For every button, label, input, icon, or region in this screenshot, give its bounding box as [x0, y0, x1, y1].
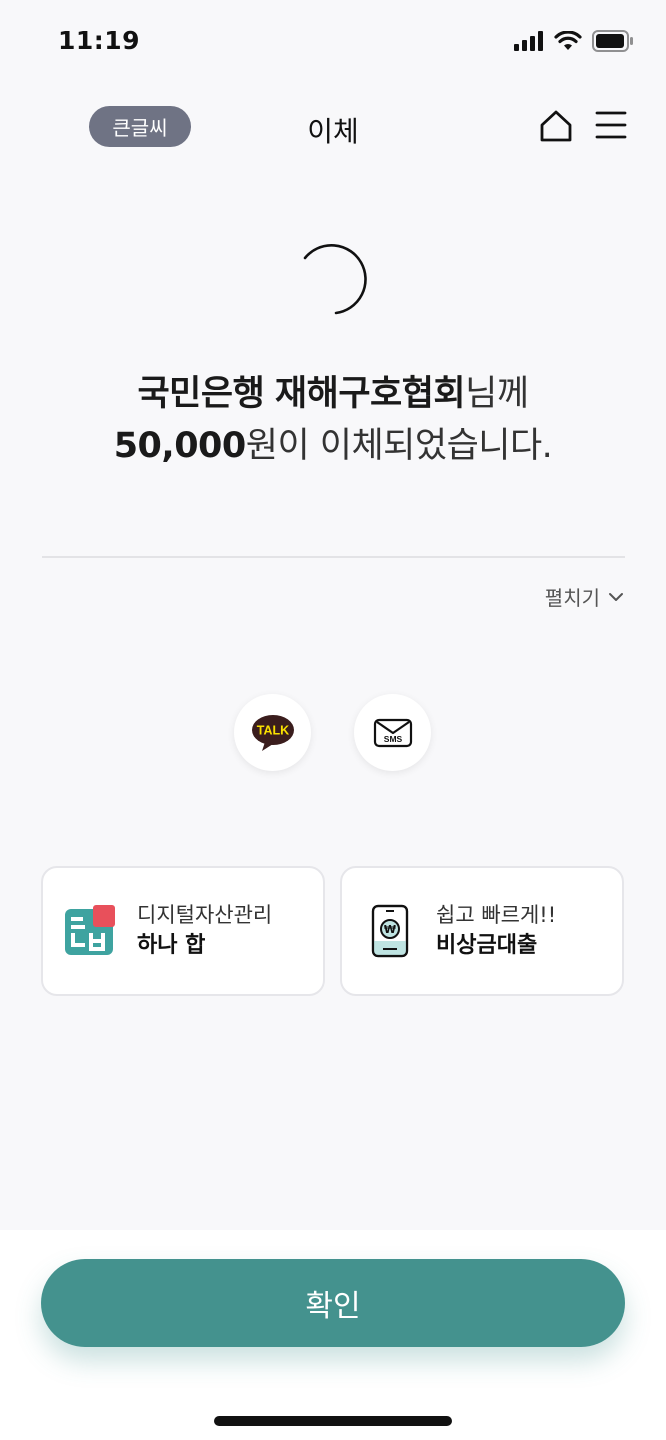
card-subtitle: 쉽고 빠르게!! — [436, 903, 557, 927]
sms-label: SMS — [383, 734, 402, 744]
cellular-signal-icon — [514, 31, 543, 51]
card-title: 비상금대출 — [436, 933, 538, 958]
card-title: 하나 합 — [137, 933, 206, 958]
transfer-amount: 50,000 — [113, 426, 247, 466]
status-icons — [514, 30, 634, 52]
bank-name: 국민은행 — [137, 374, 265, 414]
home-button[interactable] — [538, 108, 574, 144]
card-subtitle: 디지털자산관리 — [137, 903, 273, 927]
hana-hap-card[interactable]: 디지털자산관리 하나 합 — [41, 866, 325, 996]
recipient-name: 재해구호협회 — [274, 374, 466, 414]
sms-envelope-icon: SMS — [373, 718, 412, 747]
loading-spinner-icon — [303, 244, 367, 315]
battery-icon — [592, 30, 633, 52]
menu-button[interactable] — [594, 108, 628, 142]
home-indicator[interactable] — [214, 1416, 452, 1426]
home-icon — [540, 110, 572, 142]
status-bar: 11:19 — [0, 0, 666, 84]
kakaotalk-label: TALK — [256, 723, 288, 737]
message-line-1: 국민은행 재해구호협회님께 — [0, 368, 666, 420]
kakaotalk-share-button[interactable]: TALK — [234, 694, 311, 771]
hana-hap-logo-icon — [65, 905, 115, 955]
header: 큰글씨 이체 — [0, 96, 666, 160]
svg-text:₩: ₩ — [384, 923, 396, 936]
wifi-icon — [554, 31, 582, 50]
chevron-down-icon — [609, 592, 623, 601]
phone-won-coin-icon: ₩ — [371, 904, 409, 958]
sms-share-button[interactable]: SMS — [354, 694, 431, 771]
kakaotalk-icon: TALK — [251, 714, 294, 751]
transfer-suffix: 원이 이체되었습니다. — [245, 426, 553, 466]
hamburger-menu-icon — [595, 111, 627, 139]
confirm-button[interactable]: 확인 — [41, 1259, 625, 1347]
expand-toggle[interactable]: 펼치기 — [545, 582, 624, 611]
transfer-complete-message: 국민은행 재해구호협회님께 50,000원이 이체되었습니다. — [0, 368, 666, 472]
message-line-2: 50,000원이 이체되었습니다. — [0, 420, 666, 472]
divider — [42, 556, 625, 558]
honorific-text: 님께 — [465, 374, 529, 414]
status-time: 11:19 — [58, 26, 141, 55]
emergency-loan-card[interactable]: ₩ 쉽고 빠르게!! 비상금대출 — [340, 866, 624, 996]
emergency-loan-card-text: 쉽고 빠르게!! 비상금대출 — [436, 900, 556, 962]
expand-label: 펼치기 — [544, 586, 600, 610]
hana-hap-card-text: 디지털자산관리 하나 합 — [137, 900, 272, 962]
